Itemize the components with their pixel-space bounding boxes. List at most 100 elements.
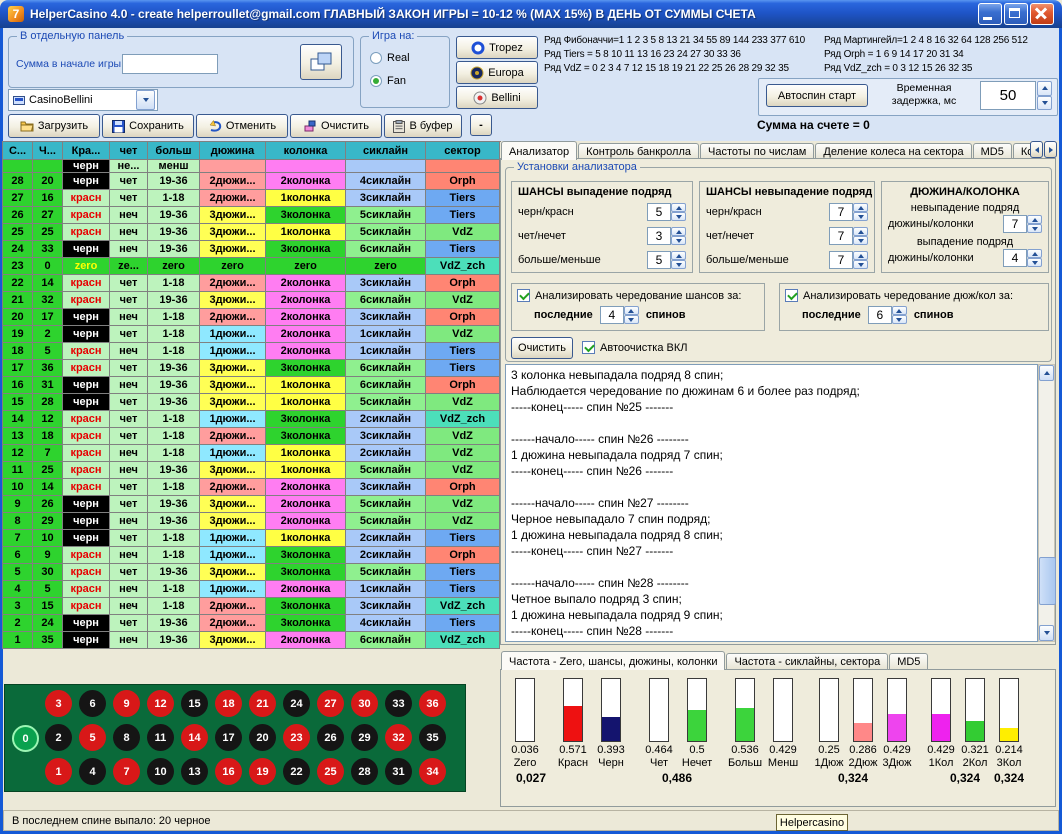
roulette-number[interactable]: 27: [317, 690, 344, 717]
roulette-number[interactable]: 1: [45, 758, 72, 785]
start-sum-input[interactable]: [122, 54, 218, 74]
close-button[interactable]: [1030, 3, 1054, 25]
autoclear-checkbox[interactable]: [582, 341, 595, 354]
roulette-number[interactable]: 35: [419, 724, 446, 751]
spin-up-icon[interactable]: [853, 251, 868, 260]
spin-down-icon[interactable]: [1037, 96, 1052, 111]
appear-1-value[interactable]: 3: [647, 227, 671, 245]
spin-down-icon[interactable]: [624, 315, 639, 324]
roulette-number[interactable]: 3: [45, 690, 72, 717]
appear-0-value[interactable]: 5: [647, 203, 671, 221]
roulette-number[interactable]: 4: [79, 758, 106, 785]
appear-2-value[interactable]: 5: [647, 251, 671, 269]
roulette-number[interactable]: 8: [113, 724, 140, 751]
roulette-number[interactable]: 29: [351, 724, 378, 751]
roulette-number[interactable]: 25: [317, 758, 344, 785]
save-button[interactable]: Сохранить: [102, 114, 194, 138]
detach-panel-button[interactable]: [300, 44, 342, 80]
analyzer-tab[interactable]: Анализатор: [501, 141, 577, 160]
roulette-number[interactable]: 16: [215, 758, 242, 785]
roulette-number[interactable]: 19: [249, 758, 276, 785]
roulette-number[interactable]: 32: [385, 724, 412, 751]
spin-down-icon[interactable]: [853, 212, 868, 221]
collapse-button[interactable]: -: [470, 114, 492, 136]
roulette-number[interactable]: 24: [283, 690, 310, 717]
roulette-number[interactable]: 6: [79, 690, 106, 717]
roulette-number[interactable]: 5: [79, 724, 106, 751]
bellini-button[interactable]: Bellini: [456, 86, 538, 109]
cancel-button[interactable]: Отменить: [196, 114, 288, 138]
roulette-number[interactable]: 2: [45, 724, 72, 751]
spin-down-icon[interactable]: [1027, 224, 1042, 233]
spin-down-icon[interactable]: [853, 236, 868, 245]
chevron-down-icon[interactable]: [136, 90, 155, 110]
minimize-button[interactable]: [978, 3, 1002, 25]
load-button[interactable]: Загрузить: [8, 114, 100, 138]
roulette-number[interactable]: 20: [249, 724, 276, 751]
spin-up-icon[interactable]: [671, 251, 686, 260]
alt-chances-value[interactable]: 4: [600, 306, 624, 324]
roulette-number[interactable]: 34: [419, 758, 446, 785]
delay-input[interactable]: [980, 81, 1036, 110]
roulette-number[interactable]: 36: [419, 690, 446, 717]
roulette-number[interactable]: 17: [215, 724, 242, 751]
roulette-number[interactable]: 33: [385, 690, 412, 717]
spin-up-icon[interactable]: [1027, 215, 1042, 224]
dozen-not-value[interactable]: 7: [1003, 215, 1027, 233]
spin-up-icon[interactable]: [853, 203, 868, 212]
scroll-up-icon[interactable]: [1039, 365, 1054, 381]
roulette-number[interactable]: 14: [181, 724, 208, 751]
scroll-down-icon[interactable]: [1039, 625, 1054, 641]
roulette-number[interactable]: 13: [181, 758, 208, 785]
europa-button[interactable]: Europa: [456, 61, 538, 84]
spin-down-icon[interactable]: [671, 236, 686, 245]
roulette-number[interactable]: 12: [147, 690, 174, 717]
roulette-number-zero[interactable]: 0: [12, 725, 39, 752]
spin-up-icon[interactable]: [1027, 249, 1042, 258]
dozen-app-value[interactable]: 4: [1003, 249, 1027, 267]
autospin-start-button[interactable]: Автоспин старт: [766, 84, 868, 107]
tab-scroll-left-icon[interactable]: [1030, 141, 1043, 158]
spin-down-icon[interactable]: [671, 260, 686, 269]
roulette-number[interactable]: 7: [113, 758, 140, 785]
alternation-dozens-checkbox[interactable]: [785, 289, 798, 302]
frequency-tab[interactable]: Частота - сиклайны, сектора: [726, 653, 888, 670]
log-scrollbar[interactable]: [1038, 364, 1055, 642]
analyzer-log[interactable]: 3 колонка невыпадала подряд 8 спин; Набл…: [505, 364, 1038, 642]
spin-up-icon[interactable]: [624, 306, 639, 315]
roulette-number[interactable]: 15: [181, 690, 208, 717]
alt-dozens-value[interactable]: 6: [868, 306, 892, 324]
roulette-number[interactable]: 23: [283, 724, 310, 751]
not-appear-1-value[interactable]: 7: [829, 227, 853, 245]
buffer-button[interactable]: В буфер: [384, 114, 462, 138]
clear-button[interactable]: Очистить: [290, 114, 382, 138]
maximize-button[interactable]: [1004, 3, 1028, 25]
radio-real[interactable]: Real: [370, 50, 410, 66]
not-appear-2-value[interactable]: 7: [829, 251, 853, 269]
roulette-number[interactable]: 28: [351, 758, 378, 785]
frequency-tab[interactable]: MD5: [889, 653, 928, 670]
roulette-number[interactable]: 30: [351, 690, 378, 717]
roulette-number[interactable]: 21: [249, 690, 276, 717]
spin-up-icon[interactable]: [671, 203, 686, 212]
radio-fan[interactable]: Fan: [370, 73, 410, 89]
spin-down-icon[interactable]: [853, 260, 868, 269]
not-appear-0-value[interactable]: 7: [829, 203, 853, 221]
roulette-number[interactable]: 31: [385, 758, 412, 785]
spin-up-icon[interactable]: [853, 227, 868, 236]
roulette-number[interactable]: 11: [147, 724, 174, 751]
roulette-number[interactable]: 22: [283, 758, 310, 785]
spin-down-icon[interactable]: [671, 212, 686, 221]
roulette-number[interactable]: 18: [215, 690, 242, 717]
clear-analyzer-button[interactable]: Очистить: [511, 337, 573, 359]
tropez-button[interactable]: Tropez: [456, 36, 538, 59]
alternation-chances-checkbox[interactable]: [517, 289, 530, 302]
roulette-number[interactable]: 9: [113, 690, 140, 717]
spin-down-icon[interactable]: [892, 315, 907, 324]
spin-up-icon[interactable]: [671, 227, 686, 236]
roulette-number[interactable]: 26: [317, 724, 344, 751]
spin-up-icon[interactable]: [1037, 81, 1052, 96]
spin-down-icon[interactable]: [1027, 258, 1042, 267]
casino-combobox[interactable]: CasinoBellini: [8, 89, 158, 111]
tab-scroll-right-icon[interactable]: [1044, 141, 1057, 158]
